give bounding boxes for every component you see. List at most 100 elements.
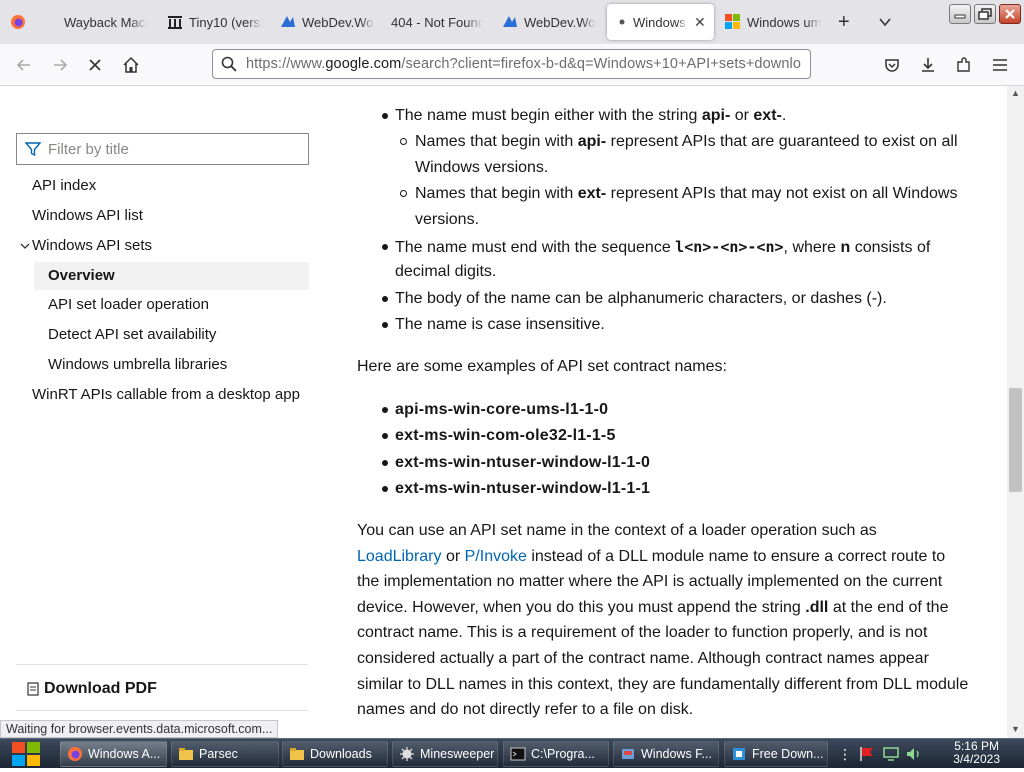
toc-item-windows-api-sets[interactable]: Windows API sets bbox=[20, 237, 152, 254]
pinvoke-link[interactable]: P/Invoke bbox=[465, 548, 527, 565]
network-icon[interactable] bbox=[882, 746, 900, 767]
new-tab-button[interactable]: + bbox=[838, 4, 860, 40]
stop-button[interactable] bbox=[83, 53, 107, 77]
rule-begin-prefix: The name must begin either with the stri… bbox=[395, 107, 787, 124]
scrollbar-thumb[interactable] bbox=[1009, 388, 1022, 492]
filter-by-title-input[interactable]: Filter by title bbox=[16, 133, 309, 165]
forward-button[interactable] bbox=[48, 53, 72, 77]
restore-icon bbox=[978, 8, 992, 20]
paragraph-line: similar to DLL names in this context, th… bbox=[357, 676, 969, 693]
close-window-button[interactable] bbox=[999, 4, 1021, 24]
paragraph-line: LoadLibrary or P/Invoke instead of a DLL… bbox=[357, 548, 946, 565]
tab-windows-umbrella[interactable]: Windows umbrella bbox=[725, 4, 821, 40]
download-pdf-link[interactable]: Download PDF bbox=[26, 680, 157, 698]
home-button[interactable] bbox=[119, 53, 143, 77]
toc-item-windows-api-list[interactable]: Windows API list bbox=[32, 207, 143, 224]
console-icon bbox=[510, 746, 526, 762]
loadlibrary-link[interactable]: LoadLibrary bbox=[357, 548, 442, 565]
scroll-up-arrow-icon[interactable]: ▲ bbox=[1011, 88, 1020, 98]
app-menu-button[interactable] bbox=[988, 53, 1012, 77]
start-button[interactable] bbox=[10, 741, 44, 768]
toc-item-windows-umbrella-libraries[interactable]: Windows umbrella libraries bbox=[48, 356, 227, 373]
volume-icon[interactable] bbox=[905, 746, 923, 767]
tab-windows-active[interactable]: Windows ✕ bbox=[607, 4, 714, 40]
filter-icon bbox=[25, 142, 41, 157]
taskbar-item-free-download[interactable]: Free Down... bbox=[724, 741, 828, 767]
firefox-view-button[interactable] bbox=[10, 4, 32, 40]
url-prefix: https://www. bbox=[246, 56, 326, 72]
chevron-down-icon bbox=[879, 18, 891, 27]
tab-webdev-world-2[interactable]: WebDev.World bbox=[502, 4, 596, 40]
taskbar-item-parsec[interactable]: Parsec bbox=[171, 741, 279, 767]
rule-end-sequence-cont: decimal digits. bbox=[395, 263, 497, 280]
windows-taskbar: Windows A... Parsec Downloads Minesweepe… bbox=[0, 738, 1024, 768]
taskbar-label: Windows F... bbox=[641, 747, 712, 761]
web-page: Filter by title API index Windows API li… bbox=[0, 86, 1024, 738]
paragraph-line: the implementation no matter where the A… bbox=[357, 573, 943, 590]
tab-label: WebDev.World bbox=[302, 14, 375, 30]
extensions-button[interactable] bbox=[952, 53, 976, 77]
toc-item-overview[interactable]: Overview bbox=[34, 262, 309, 290]
minimize-button[interactable] bbox=[949, 4, 971, 24]
folder-icon bbox=[289, 746, 305, 762]
restore-button[interactable] bbox=[974, 4, 996, 24]
taskbar-item-downloads[interactable]: Downloads bbox=[282, 741, 388, 767]
tab-label: WebDev.World bbox=[524, 14, 596, 30]
sub-bullet bbox=[400, 190, 407, 197]
toc-label: Windows API sets bbox=[32, 237, 153, 254]
folder-icon bbox=[178, 746, 194, 762]
examples-intro: Here are some examples of API set contra… bbox=[357, 358, 727, 375]
tray-overflow-icon[interactable]: ⋮ bbox=[838, 746, 852, 763]
minimize-icon bbox=[954, 14, 966, 19]
hamburger-menu-icon bbox=[993, 59, 1007, 71]
paragraph-line: considered actually a part of the contra… bbox=[357, 650, 929, 667]
toc-item-winrt-apis-desktop[interactable]: WinRT APIs callable from a desktop app bbox=[32, 386, 300, 403]
scroll-down-arrow-icon[interactable]: ▼ bbox=[1011, 724, 1020, 734]
puzzle-icon bbox=[957, 57, 970, 72]
bullet bbox=[382, 486, 388, 492]
list-all-tabs-button[interactable] bbox=[878, 4, 898, 40]
firefox-icon bbox=[10, 14, 26, 30]
tab-close-icon[interactable]: ✕ bbox=[694, 14, 706, 31]
address-bar[interactable]: https://www.google.com/search?client=fir… bbox=[212, 49, 811, 79]
paragraph-line: names and do not directly refer to a fil… bbox=[357, 701, 694, 718]
tab-webdev-world-1[interactable]: WebDev.World bbox=[280, 4, 375, 40]
action-center-flag-icon[interactable] bbox=[858, 746, 876, 767]
example-contract-name: ext-ms-win-com-ole32-l1-1-5 bbox=[395, 427, 616, 444]
downloads-button[interactable] bbox=[916, 53, 940, 77]
bullet bbox=[382, 460, 388, 466]
bullet bbox=[382, 113, 388, 119]
taskbar-item-minesweeper[interactable]: Minesweeper bbox=[392, 741, 498, 767]
divider bbox=[16, 664, 308, 665]
pocket-button[interactable] bbox=[880, 53, 904, 77]
webdev-icon bbox=[280, 14, 296, 30]
pdf-icon bbox=[27, 682, 39, 696]
rule-body: The body of the name can be alphanumeric… bbox=[395, 290, 887, 307]
toc-item-api-set-loader-operation[interactable]: API set loader operation bbox=[48, 296, 209, 313]
taskbar-clock[interactable]: 5:16 PM 3/4/2023 bbox=[953, 740, 1000, 766]
paragraph-line: You can use an API set name in the conte… bbox=[357, 522, 877, 539]
taskbar-item-firefox[interactable]: Windows A... bbox=[60, 741, 167, 767]
archive-icon bbox=[167, 14, 183, 30]
toc-item-api-index[interactable]: API index bbox=[32, 177, 96, 194]
url-text[interactable]: https://www.google.com/search?client=fir… bbox=[246, 56, 801, 72]
firefox-icon bbox=[67, 746, 83, 762]
taskbar-label: Free Down... bbox=[752, 747, 824, 761]
page-scrollbar[interactable]: ▲ ▼ bbox=[1007, 86, 1024, 738]
app-icon bbox=[620, 746, 636, 762]
loading-dot-icon bbox=[617, 14, 627, 30]
download-pdf-label: Download PDF bbox=[44, 680, 157, 697]
tab-label: 404 - Not Found bbox=[391, 14, 483, 30]
mine-icon bbox=[399, 746, 415, 762]
tab-wayback-machine[interactable]: Wayback Machine bbox=[42, 4, 147, 40]
taskbar-item-windows-f[interactable]: Windows F... bbox=[613, 741, 719, 767]
wayback-icon bbox=[42, 14, 58, 30]
taskbar-item-console[interactable]: C:\Progra... bbox=[503, 741, 609, 767]
tab-tiny10[interactable]: Tiny10 (version bbox=[167, 4, 262, 40]
tab-404-not-found[interactable]: 404 - Not Found bbox=[391, 4, 483, 40]
paragraph-line: contract name. This is a requirement of … bbox=[357, 624, 928, 641]
back-button[interactable] bbox=[12, 53, 36, 77]
toc-item-detect-api-set-availability[interactable]: Detect API set availability bbox=[48, 326, 216, 343]
pocket-icon bbox=[885, 59, 899, 72]
taskbar-label: C:\Progra... bbox=[531, 747, 595, 761]
